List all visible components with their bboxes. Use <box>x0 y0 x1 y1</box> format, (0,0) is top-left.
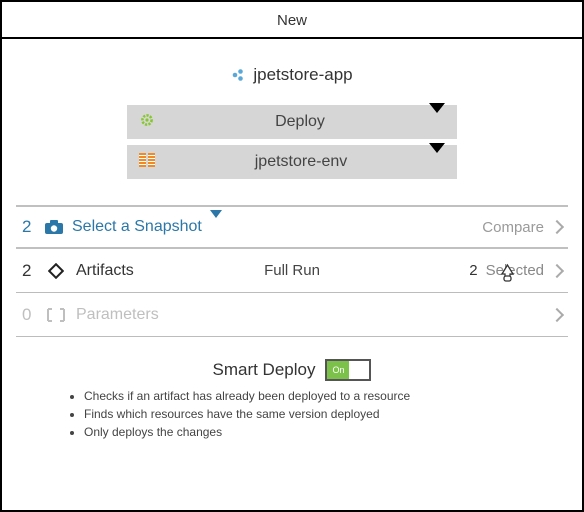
app-title: jpetstore-app <box>16 65 568 85</box>
smart-deploy-toggle[interactable]: On <box>325 359 371 381</box>
chevron-down-icon <box>429 153 445 171</box>
artifacts-count: 2 <box>22 261 36 281</box>
dialog-title: New <box>277 12 307 29</box>
artifacts-selected-label: Selected <box>486 262 544 279</box>
list-item: Finds which resources have the same vers… <box>84 405 526 423</box>
chevron-down-icon <box>210 218 222 236</box>
select-group: Deploy jpetstore-env <box>16 105 568 179</box>
list-item: Only deploys the changes <box>84 423 526 441</box>
smart-deploy-section: Smart Deploy On Checks if an artifact ha… <box>16 359 568 441</box>
environment-select[interactable]: jpetstore-env <box>127 145 457 179</box>
brackets-icon <box>46 308 66 322</box>
app-name: jpetstore-app <box>253 65 352 85</box>
snapshot-row[interactable]: 2 Select a Snapshot Compare <box>16 205 568 249</box>
artifacts-mode: Full Run <box>264 262 320 279</box>
parameters-row[interactable]: 0 Parameters <box>16 293 568 337</box>
compare-link[interactable]: Compare <box>482 219 544 236</box>
parameters-label: Parameters <box>76 306 159 324</box>
parameters-count: 0 <box>22 305 36 325</box>
action-select-label: Deploy <box>155 113 445 131</box>
environment-select-label: jpetstore-env <box>157 153 445 171</box>
chevron-right-icon <box>550 220 564 234</box>
toggle-on-label: On <box>327 361 349 379</box>
chevron-right-icon <box>550 307 564 321</box>
camera-icon <box>44 219 64 235</box>
dialog-header: New <box>2 2 582 39</box>
action-select[interactable]: Deploy <box>127 105 457 139</box>
artifacts-label: Artifacts <box>76 262 134 280</box>
list-item: Checks if an artifact has already been d… <box>84 387 526 405</box>
component-icon <box>231 68 245 82</box>
gear-icon <box>139 112 155 133</box>
dialog-content: jpetstore-app Deploy jpetstore-env 2 <box>2 39 582 451</box>
artifacts-selected-count: 2 <box>469 262 477 279</box>
smart-deploy-title: Smart Deploy <box>213 360 316 380</box>
chevron-down-icon <box>429 113 445 131</box>
environment-icon <box>139 153 157 172</box>
diamond-icon <box>46 263 66 279</box>
chevron-right-icon <box>550 263 564 277</box>
smart-deploy-bullets: Checks if an artifact has already been d… <box>84 387 526 441</box>
snapshot-label[interactable]: Select a Snapshot <box>72 218 202 236</box>
snapshot-count: 2 <box>22 217 36 237</box>
artifacts-row[interactable]: 2 Artifacts Full Run 2 Selected <box>16 249 568 293</box>
snapshot-left: 2 Select a Snapshot <box>22 217 222 237</box>
